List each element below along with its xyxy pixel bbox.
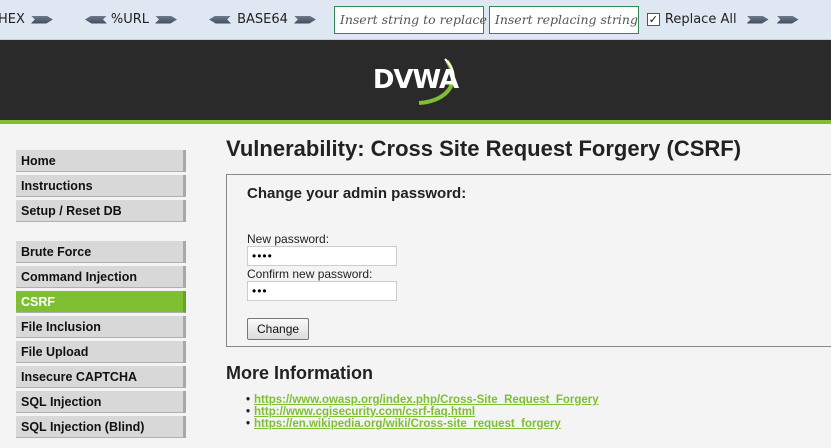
form-title: Change your admin password:	[247, 185, 467, 202]
change-button[interactable]: Change	[247, 318, 310, 340]
encoder-toolbar: HEX %URL BASE64 Insert string to replace…	[0, 0, 831, 40]
url-label: %URL	[110, 12, 150, 27]
side-menu: Home Instructions Setup / Reset DB Brute…	[16, 150, 186, 441]
menu-item-file-inclusion[interactable]: File Inclusion	[16, 316, 186, 338]
replace-next-arrow-icon[interactable]	[777, 15, 803, 25]
wikipedia-csrf-link[interactable]: https://en.wikipedia.org/wiki/Cross-site…	[254, 418, 561, 430]
cgisecurity-csrf-faq-link[interactable]: http://www.cgisecurity.com/csrf-faq.html	[254, 406, 475, 418]
base64-encode-arrow-icon[interactable]	[294, 15, 320, 25]
list-item: • https://en.wikipedia.org/wiki/Cross-sit…	[246, 418, 831, 430]
menu-item-brute-force[interactable]: Brute Force	[16, 241, 186, 263]
menu-item-command-injection[interactable]: Command Injection	[16, 266, 186, 288]
dvwa-logo: DVWA	[361, 53, 471, 107]
new-password-label: New password:	[247, 232, 330, 246]
more-information-heading: More Information	[226, 363, 373, 383]
list-item: • https://www.owasp.org/index.php/Cross-S…	[246, 394, 831, 406]
change-password-form: Change your admin password: New password…	[226, 174, 831, 347]
menu-item-setup-reset-db[interactable]: Setup / Reset DB	[16, 200, 186, 222]
bullet-icon: •	[246, 418, 251, 430]
main-content: Vulnerability: Cross Site Request Forger…	[226, 136, 831, 430]
menu-item-instructions[interactable]: Instructions	[16, 175, 186, 197]
bullet-icon: •	[246, 406, 251, 418]
menu-item-sql-injection-blind[interactable]: SQL Injection (Blind)	[16, 416, 186, 438]
find-string-input[interactable]: Insert string to replace	[333, 5, 487, 34]
url-decode-arrow-icon[interactable]	[81, 15, 107, 25]
base64-label: BASE64	[237, 12, 288, 27]
menu-item-sql-injection[interactable]: SQL Injection	[16, 391, 186, 413]
reference-links: • https://www.owasp.org/index.php/Cross-S…	[226, 394, 831, 430]
owasp-csrf-link[interactable]: https://www.owasp.org/index.php/Cross-Si…	[254, 394, 599, 406]
replace-all-label: Replace All	[664, 12, 737, 27]
menu-item-home[interactable]: Home	[16, 150, 186, 172]
replace-run-arrow-icon[interactable]	[747, 15, 773, 25]
hex-label: HEX	[0, 12, 25, 27]
list-item: • http://www.cgisecurity.com/csrf-faq.htm…	[246, 406, 831, 418]
replace-string-input[interactable]: Insert replacing string	[488, 5, 639, 34]
menu-item-insecure-captcha[interactable]: Insecure CAPTCHA	[16, 366, 186, 388]
confirm-password-label: Confirm new password:	[247, 267, 373, 281]
menu-item-csrf[interactable]: CSRF	[16, 291, 186, 313]
site-header: DVWA	[0, 40, 831, 124]
bullet-icon: •	[246, 394, 251, 406]
page-title: Vulnerability: Cross Site Request Forger…	[226, 136, 742, 161]
url-encode-arrow-icon[interactable]	[155, 15, 181, 25]
new-password-input[interactable]: ••••	[247, 246, 397, 266]
menu-item-file-upload[interactable]: File Upload	[16, 341, 186, 363]
hex-encode-arrow-icon[interactable]	[31, 15, 57, 25]
base64-decode-arrow-icon[interactable]	[205, 15, 231, 25]
logo-text: DVWA	[372, 65, 459, 95]
confirm-password-input[interactable]: •••	[247, 281, 397, 301]
replace-all-checkbox[interactable]: ✓	[646, 13, 660, 26]
menu-spacer	[16, 225, 186, 241]
